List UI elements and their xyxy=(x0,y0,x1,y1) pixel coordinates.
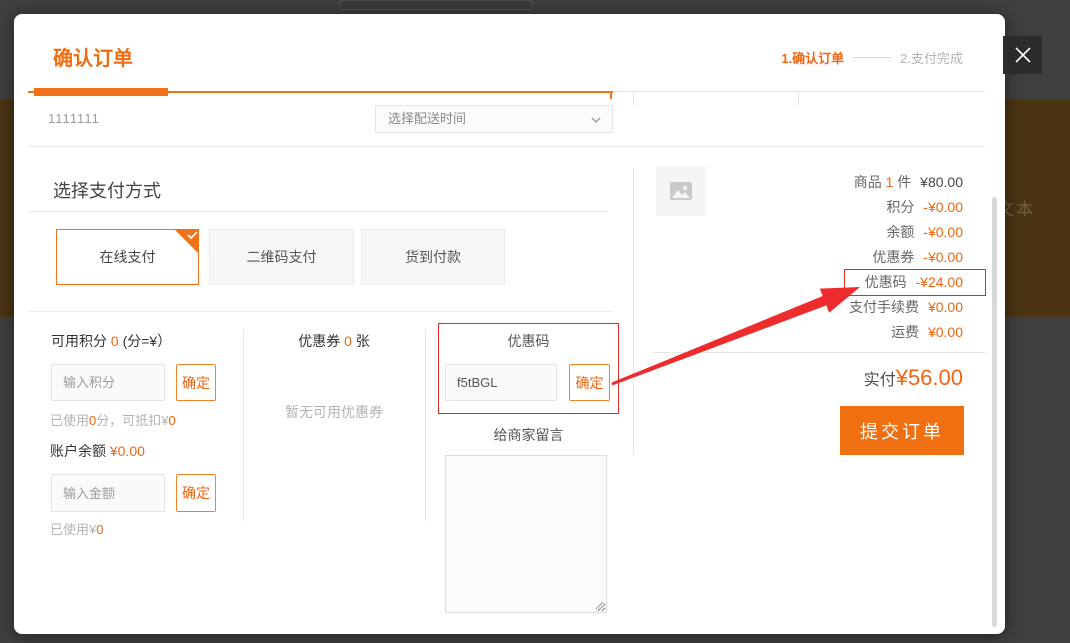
summary-item-row: 商品 1 件 ¥80.00 xyxy=(654,170,963,195)
delivery-time-select[interactable]: 选择配送时间 xyxy=(375,105,613,133)
page-background: 文本 确认订单 1.确认订单 2.支付完成 1111111 选择配送时间 选择支… xyxy=(0,0,1070,643)
selected-row-corner xyxy=(610,93,612,99)
coupon-count: 0 xyxy=(344,333,352,349)
chevron-down-icon xyxy=(591,117,601,123)
text: 已使用 xyxy=(50,413,89,428)
coupon-discount-highlight-box xyxy=(844,269,986,296)
points-used-text: 已使用0分，可抵扣¥0 xyxy=(50,410,176,429)
text: 已使用¥ xyxy=(50,522,96,537)
page-title: 确认订单 xyxy=(53,42,133,71)
submit-order-button[interactable]: 提交订单 xyxy=(840,406,964,455)
column-divider xyxy=(633,168,634,455)
coupon-code-heading: 优惠码 xyxy=(438,331,619,351)
close-button[interactable] xyxy=(1003,36,1042,74)
background-window-outline xyxy=(340,0,532,10)
label: 积分 xyxy=(886,199,914,215)
column-divider xyxy=(425,330,426,522)
points-unit: (分=¥） xyxy=(123,333,172,349)
value: 0 xyxy=(168,413,175,428)
amount: ¥0.00 xyxy=(928,299,963,315)
total-label: 实付 xyxy=(864,366,896,390)
checkout-steps: 1.确认订单 2.支付完成 xyxy=(781,48,963,67)
column-divider xyxy=(798,91,799,105)
selected-check-corner xyxy=(174,229,199,254)
total-amount: ¥56.00 xyxy=(896,365,963,391)
balance-input[interactable] xyxy=(51,474,165,512)
unit: 件 xyxy=(897,174,911,190)
column-divider xyxy=(633,91,634,105)
summary-row-fee: 支付手续费 ¥0.00 xyxy=(654,295,963,320)
amount: -¥0.00 xyxy=(923,249,963,265)
amount: -¥0.00 xyxy=(923,199,963,215)
balance-used-text: 已使用¥0 xyxy=(50,519,103,538)
merchant-message-area xyxy=(445,455,607,613)
value: 0 xyxy=(96,522,103,537)
summary-row-points: 积分 -¥0.00 xyxy=(654,195,963,220)
summary-row-coupon: 优惠券 -¥0.00 xyxy=(654,245,963,270)
divider xyxy=(28,146,985,147)
tab-cash-on-delivery[interactable]: 货到付款 xyxy=(361,229,505,285)
selected-tab-underline xyxy=(34,88,168,96)
text: 分，可抵扣¥ xyxy=(96,413,168,428)
coupon-label: 优惠券 xyxy=(298,333,340,349)
coupon-unit: 张 xyxy=(356,333,370,349)
total-payable: 实付 ¥56.00 xyxy=(864,365,963,391)
label: 优惠券 xyxy=(872,249,914,265)
tab-online-payment[interactable]: 在线支付 xyxy=(56,229,199,285)
label: 运费 xyxy=(891,324,919,340)
tab-label: 二维码支付 xyxy=(247,247,317,267)
column-divider xyxy=(243,330,244,522)
amount: ¥80.00 xyxy=(920,174,963,190)
amount: ¥0.00 xyxy=(928,324,963,340)
points-input[interactable] xyxy=(51,364,165,401)
step-divider xyxy=(852,57,892,58)
tab-qrcode-payment[interactable]: 二维码支付 xyxy=(209,229,354,285)
balance-label: 账户余额 xyxy=(50,443,106,459)
summary-row-shipping: 运费 ¥0.00 xyxy=(654,320,963,345)
balance-value: ¥0.00 xyxy=(110,443,145,459)
scrollbar-thumb[interactable] xyxy=(992,197,997,627)
points-label: 可用积分 xyxy=(51,333,107,349)
coupon-code-input[interactable] xyxy=(445,364,557,401)
divider xyxy=(654,352,985,353)
summary-row-balance: 余额 -¥0.00 xyxy=(654,220,963,245)
balance-heading: 账户余额 ¥0.00 xyxy=(50,441,145,461)
label: 商品 xyxy=(854,174,882,190)
order-number-text: 1111111 xyxy=(48,111,100,126)
divider xyxy=(28,311,613,312)
divider xyxy=(28,211,608,212)
merchant-message-textarea[interactable] xyxy=(445,455,607,613)
delivery-time-placeholder: 选择配送时间 xyxy=(388,111,466,126)
step-payment-complete: 2.支付完成 xyxy=(900,48,963,67)
order-confirm-modal: 确认订单 1.确认订单 2.支付完成 1111111 选择配送时间 选择支付方式… xyxy=(14,14,1005,634)
tab-label: 货到付款 xyxy=(405,247,461,267)
tab-label: 在线支付 xyxy=(100,247,156,267)
merchant-message-label: 给商家留言 xyxy=(438,425,619,445)
label: 支付手续费 xyxy=(849,299,919,315)
check-icon xyxy=(187,231,198,240)
points-heading: 可用积分 0 (分=¥） xyxy=(51,331,171,351)
order-summary: 商品 1 件 ¥80.00 积分 -¥0.00 余额 -¥0.00 优惠券 -¥… xyxy=(654,170,963,345)
quantity: 1 xyxy=(886,174,894,190)
step-confirm-order: 1.确认订单 xyxy=(781,48,844,67)
label: 余额 xyxy=(886,224,914,240)
coupon-code-confirm-button[interactable]: 确定 xyxy=(569,364,610,401)
points-confirm-button[interactable]: 确定 xyxy=(176,364,216,401)
coupon-heading: 优惠券 0 张 xyxy=(243,331,425,351)
payment-method-heading: 选择支付方式 xyxy=(53,177,161,203)
amount: -¥0.00 xyxy=(923,224,963,240)
coupon-empty-text: 暂无可用优惠券 xyxy=(243,402,425,422)
points-value: 0 xyxy=(111,333,119,349)
close-icon xyxy=(1013,45,1033,65)
balance-confirm-button[interactable]: 确定 xyxy=(176,474,216,512)
